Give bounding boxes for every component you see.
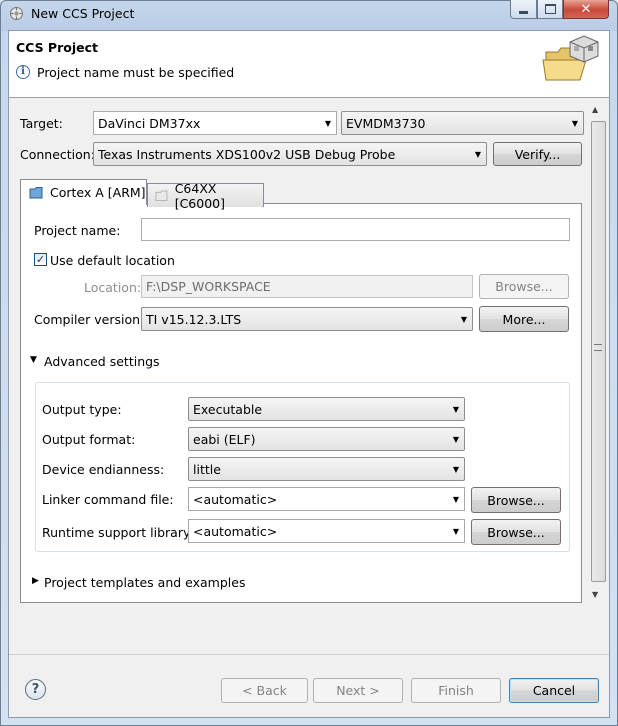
chevron-down-icon: ▼ bbox=[324, 118, 332, 128]
checkmark-icon: ✓ bbox=[35, 253, 46, 266]
runtime-support-library-combo[interactable]: <automatic> ▼ bbox=[188, 519, 465, 543]
chevron-down-icon: ▼ bbox=[452, 404, 460, 414]
linker-command-file-label: Linker command file: bbox=[42, 492, 174, 507]
chevron-down-icon: ▼ bbox=[474, 149, 482, 159]
grip-icon bbox=[594, 344, 602, 351]
chevron-down-icon: ▼ bbox=[460, 314, 468, 324]
connection-combo[interactable]: Texas Instruments XDS100v2 USB Debug Pro… bbox=[93, 142, 487, 166]
close-icon: ✕ bbox=[580, 1, 592, 17]
target-board-value: EVMDM3730 bbox=[346, 115, 426, 131]
project-templates-toggle[interactable]: Project templates and examples bbox=[44, 575, 245, 590]
output-format-combo[interactable]: eabi (ELF) ▼ bbox=[188, 427, 465, 451]
folder-icon bbox=[155, 189, 168, 201]
chevron-down-icon: ▼ bbox=[452, 526, 460, 536]
header-message: Project name must be specified bbox=[37, 65, 235, 80]
verify-button[interactable]: Verify... bbox=[493, 142, 582, 166]
compiler-version-value: TI v15.12.3.LTS bbox=[146, 311, 242, 327]
device-endianness-combo[interactable]: little ▼ bbox=[188, 457, 465, 481]
runtime-support-library-value: <automatic> bbox=[193, 523, 278, 539]
connection-value: Texas Instruments XDS100v2 USB Debug Pro… bbox=[98, 146, 396, 162]
minimize-icon bbox=[519, 11, 528, 14]
linker-command-file-value: <automatic> bbox=[193, 491, 278, 507]
cancel-button[interactable]: Cancel bbox=[509, 678, 599, 703]
target-device-combo[interactable]: DaVinci DM37xx ▼ bbox=[93, 111, 337, 135]
location-label: Location: bbox=[84, 280, 142, 295]
tab-cortex-a[interactable]: Cortex A [ARM] bbox=[20, 179, 147, 205]
linker-browse-button[interactable]: Browse... bbox=[471, 487, 561, 513]
folder-wizard-icon bbox=[542, 35, 599, 81]
maximize-icon bbox=[544, 4, 556, 14]
chevron-down-icon: ▼ bbox=[571, 118, 579, 128]
target-board-combo[interactable]: EVMDM3730 ▼ bbox=[341, 111, 584, 135]
next-button[interactable]: Next > bbox=[313, 678, 403, 703]
minimize-button[interactable] bbox=[510, 0, 537, 19]
maximize-button[interactable] bbox=[537, 0, 563, 19]
finish-button[interactable]: Finish bbox=[411, 678, 501, 703]
expand-down-icon[interactable]: ▼ bbox=[30, 355, 37, 365]
compiler-version-combo[interactable]: TI v15.12.3.LTS ▼ bbox=[141, 307, 473, 331]
target-label: Target: bbox=[20, 116, 63, 131]
use-default-label: Use default location bbox=[50, 253, 175, 268]
expand-right-icon[interactable]: ▶ bbox=[32, 576, 39, 586]
location-browse-button[interactable]: Browse... bbox=[479, 274, 569, 299]
folder-icon bbox=[29, 186, 43, 198]
device-endianness-label: Device endianness: bbox=[42, 462, 165, 477]
project-name-input[interactable] bbox=[141, 218, 570, 241]
scrollbar-thumb[interactable] bbox=[591, 121, 606, 582]
runtime-browse-button[interactable]: Browse... bbox=[471, 519, 561, 545]
close-button[interactable]: ✕ bbox=[563, 0, 609, 19]
use-default-checkbox[interactable]: ✓ bbox=[34, 253, 47, 266]
more-button[interactable]: More... bbox=[479, 306, 569, 332]
advanced-settings-toggle[interactable]: Advanced settings bbox=[44, 354, 160, 369]
tab-c64xx[interactable]: C64XX [C6000] bbox=[147, 181, 264, 211]
tab-label: C64XX [C6000] bbox=[174, 180, 225, 211]
scroll-down-icon[interactable]: ▼ bbox=[592, 590, 598, 599]
back-button[interactable]: < Back bbox=[221, 678, 308, 703]
chevron-down-icon: ▼ bbox=[452, 464, 460, 474]
chevron-down-icon: ▼ bbox=[452, 434, 460, 444]
project-name-label: Project name: bbox=[34, 223, 121, 238]
footer-separator bbox=[9, 654, 609, 655]
runtime-support-library-label: Runtime support library: bbox=[42, 525, 194, 540]
output-format-value: eabi (ELF) bbox=[193, 431, 256, 447]
scroll-up-icon[interactable]: ▲ bbox=[592, 105, 598, 114]
page-title: CCS Project bbox=[16, 40, 98, 55]
target-device-value: DaVinci DM37xx bbox=[98, 115, 201, 131]
info-icon: i bbox=[16, 65, 30, 79]
help-icon[interactable]: ? bbox=[25, 679, 46, 700]
window-title: New CCS Project bbox=[31, 6, 135, 21]
location-value: F:\DSP_WORKSPACE bbox=[146, 279, 271, 294]
output-type-value: Executable bbox=[193, 401, 263, 417]
connection-label: Connection: bbox=[20, 147, 95, 162]
location-input[interactable]: F:\DSP_WORKSPACE bbox=[141, 275, 473, 298]
linker-command-file-combo[interactable]: <automatic> ▼ bbox=[188, 487, 465, 511]
ccs-icon bbox=[10, 7, 23, 20]
output-format-label: Output format: bbox=[42, 432, 136, 447]
output-type-label: Output type: bbox=[42, 402, 122, 417]
output-type-combo[interactable]: Executable ▼ bbox=[188, 397, 465, 421]
device-endianness-value: little bbox=[193, 461, 221, 477]
tab-label: Cortex A [ARM] bbox=[50, 185, 146, 200]
chevron-down-icon: ▼ bbox=[452, 494, 460, 504]
compiler-version-label: Compiler version: bbox=[34, 312, 145, 327]
